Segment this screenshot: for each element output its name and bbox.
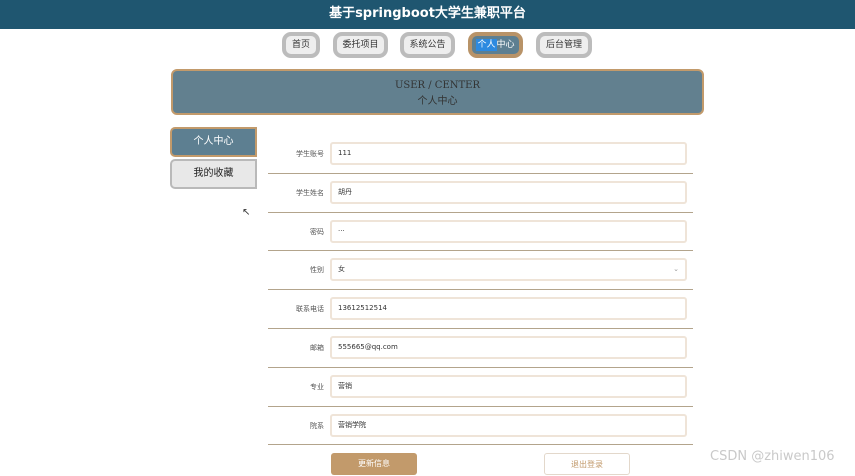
phone-input[interactable]: 13612512514 [330, 297, 687, 321]
logout-button[interactable]: 退出登录 [544, 453, 630, 475]
watermark: CSDN @zhiwen106 [710, 449, 835, 464]
profile-form: 学生账号 111 学生姓名 胡丹 密码 ··· 性别 女 ⌄ 联系电话 13612… [268, 135, 693, 446]
field-label: 专业 [310, 382, 324, 391]
field-label: 邮箱 [310, 343, 324, 352]
form-row: 性别 女 ⌄ [268, 251, 693, 291]
app-title: 基于springboot大学生兼职平台 [329, 6, 526, 21]
header-en: USER / CENTER [394, 80, 481, 91]
department-input[interactable]: 营销学院 [330, 413, 687, 437]
nav-user-center[interactable]: 个人中心 [468, 32, 523, 58]
form-row: 学生账号 111 [268, 135, 693, 174]
nav-announcements[interactable]: 系统公告 [400, 32, 455, 58]
form-row: 邮箱 555665@qq.com [268, 329, 693, 368]
gender-select[interactable]: 女 ⌄ [330, 258, 687, 282]
nav-admin[interactable]: 后台管理 [536, 32, 592, 58]
sidebar-item-favorites[interactable]: 我的收藏 [170, 159, 257, 189]
nav-home[interactable]: 首页 [282, 32, 320, 58]
nav-user-center-label: 中心 [496, 40, 515, 50]
field-label: 联系电话 [296, 305, 324, 314]
form-row: 联系电话 13612512514 [268, 290, 693, 329]
nav-projects[interactable]: 委托项目 [333, 32, 388, 58]
main-nav: 首页 委托项目 系统公告 个人中心 后台管理 [0, 32, 855, 60]
field-label: 院系 [310, 421, 324, 430]
form-row: 院系 营销学院 [268, 407, 693, 446]
field-label: 学生账号 [296, 150, 324, 158]
sidebar-item-user-center[interactable]: 个人中心 [170, 127, 257, 157]
nav-user-center-highlight: 个人 [476, 39, 497, 51]
student-name-input[interactable]: 胡丹 [330, 180, 687, 204]
update-info-button[interactable]: 更新信息 [331, 453, 417, 475]
chevron-down-icon: ⌄ [673, 265, 679, 274]
field-label: 性别 [310, 266, 324, 275]
field-label: 密码 [310, 227, 324, 236]
major-input[interactable]: 营销 [330, 374, 687, 398]
sidebar: 个人中心 我的收藏 [170, 127, 257, 191]
gender-value: 女 [338, 265, 345, 274]
field-label: 学生姓名 [296, 188, 324, 197]
password-input[interactable]: ··· [330, 219, 687, 243]
mouse-cursor-icon: ↖ [242, 207, 251, 218]
form-row: 密码 ··· [268, 213, 693, 252]
header-cn: 个人中心 [417, 96, 458, 107]
top-bar: 基于springboot大学生兼职平台 [0, 0, 855, 29]
student-account-input[interactable]: 111 [330, 142, 687, 165]
page-header: USER / CENTER 个人中心 [171, 69, 704, 115]
form-row: 学生姓名 胡丹 [268, 174, 693, 213]
form-row: 专业 营销 [268, 368, 693, 407]
email-input[interactable]: 555665@qq.com [330, 335, 687, 359]
